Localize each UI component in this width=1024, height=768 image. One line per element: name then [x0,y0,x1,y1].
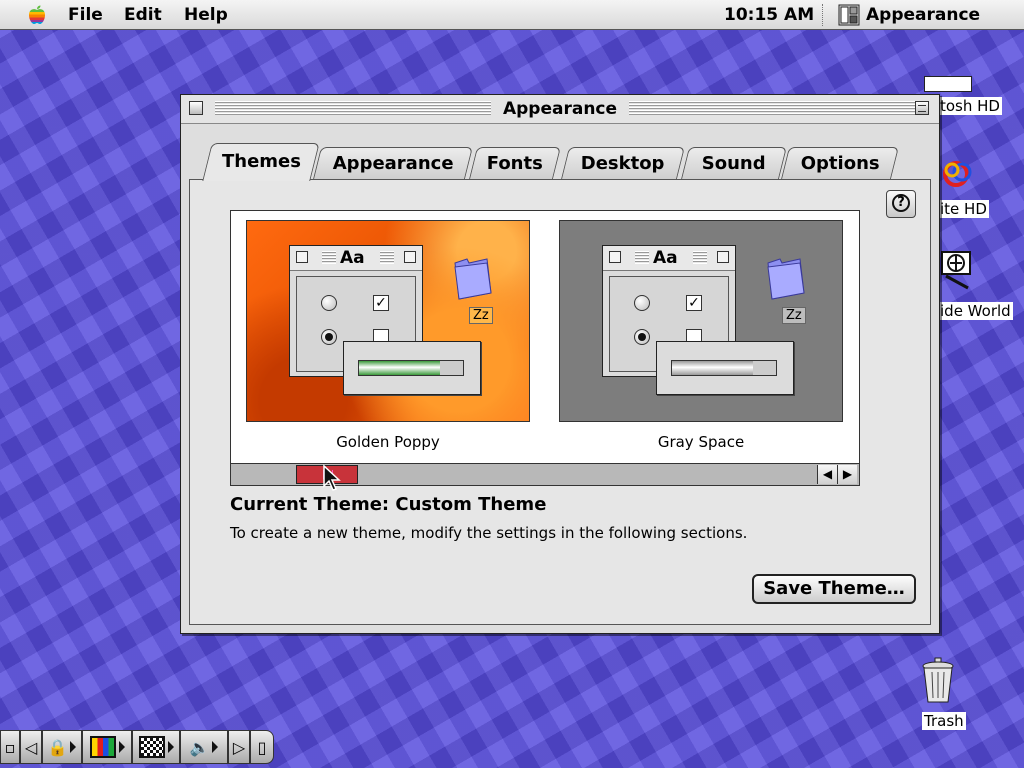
preview-radio-off [634,295,650,311]
desktop-icon-label[interactable]: tosh HD [938,97,1002,115]
menu-clock[interactable]: 10:15 AM [724,5,814,25]
tab-fonts[interactable]: Fonts [469,147,561,179]
control-strip-scroll-right-icon[interactable]: ▷ [228,730,250,764]
theme-thumbnail-gray-space[interactable]: Aa ✓ Zz [559,220,843,422]
folder-label: Zz [469,307,493,324]
desktop-icon-label[interactable]: ide World [938,302,1013,320]
preview-close-box [609,251,621,263]
preview-zoom-box [404,251,416,263]
preview-title-bar: Aa [603,246,735,271]
appearance-app-icon [838,4,860,26]
sound-volume-icon[interactable]: 🔈 [180,730,228,764]
folder-icon [767,258,805,300]
trash-icon[interactable] [920,656,956,706]
themes-panel: Aa ✓ [189,179,931,625]
apple-menu-icon[interactable] [26,4,48,26]
preview-checkbox-on: ✓ [373,295,389,311]
preview-progress-window [343,341,481,395]
preview-radio-on [634,329,650,345]
preview-progress-window [656,341,794,395]
tab-label: Desktop [580,153,665,174]
window-title: Appearance [493,99,627,119]
current-theme-label: Current Theme: Custom Theme [230,494,547,515]
preview-progress-track [358,360,464,376]
preview-stripes [322,251,336,264]
application-menu[interactable]: Appearance [838,3,980,27]
preview-title-text: Aa [340,248,365,268]
tab-label: Fonts [486,153,543,174]
preview-title-bar: Aa [290,246,422,271]
folder-label: Zz [782,307,806,324]
preview-stripes [380,251,394,264]
preview-checkbox-on: ✓ [686,295,702,311]
tab-label: Sound [701,153,766,174]
menu-file[interactable]: File [68,5,103,25]
desktop-icon-label[interactable]: ite HD [938,200,989,218]
preview-progress-track [671,360,777,376]
tab-label: Appearance [332,153,454,174]
monitor-resolution-icon[interactable] [132,730,180,764]
theme-name-gray-space[interactable]: Gray Space [559,433,843,451]
preview-close-box [296,251,308,263]
preview-stripes [635,251,649,264]
desktop-icon-label[interactable]: Trash [922,712,966,730]
appearance-window: Appearance Themes Appearance Fonts Deskt… [180,94,940,634]
hard-disk-icon[interactable] [924,76,972,92]
help-button[interactable] [886,190,916,218]
menu-separator [822,4,825,26]
colorful-disk-icon[interactable] [940,158,976,190]
mouse-pointer-icon [323,464,341,491]
window-title-bar[interactable]: Appearance [181,95,939,124]
tab-label: Themes [221,151,301,172]
tab-desktop[interactable]: Desktop [561,147,685,179]
preview-progress-fill [672,361,754,375]
scroll-right-arrow-icon[interactable]: ▶ [837,465,857,484]
globe-icon[interactable] [940,250,974,290]
menu-edit[interactable]: Edit [124,5,162,25]
preview-radio-off [321,295,337,311]
control-strip-close-tab[interactable]: ▫ [0,730,20,764]
menu-help[interactable]: Help [184,5,228,25]
application-menu-label: Appearance [866,5,981,25]
control-strip-tab-handle[interactable]: ▯ [250,730,274,764]
tab-appearance[interactable]: Appearance [313,147,473,179]
scroll-left-arrow-icon[interactable]: ◀ [817,465,837,484]
preview-stripes [693,251,707,264]
control-strip: ▫ ◁ 🔒 🔈 ▷ ▯ [0,730,274,766]
preview-radio-on [321,329,337,345]
theme-list[interactable]: Aa ✓ Zz Aa ✓ Zz Golden Poppy Gray Space … [230,210,860,486]
menu-bar: File Edit Help 10:15 AM Appearance [0,0,1024,30]
folder-icon [454,258,492,300]
theme-hint-text: To create a new theme, modify the settin… [230,524,748,542]
preview-progress-fill [359,361,441,375]
tab-options[interactable]: Options [781,147,899,179]
preview-zoom-box [717,251,729,263]
tab-themes[interactable]: Themes [202,143,320,181]
theme-thumbnail-golden-poppy[interactable]: Aa ✓ Zz [246,220,530,422]
windowshade-button[interactable] [915,101,929,115]
title-bar-stripes [629,101,915,116]
tab-label: Options [800,153,880,174]
tab-sound[interactable]: Sound [681,147,787,179]
title-bar-stripes [215,101,491,116]
lock-icon[interactable]: 🔒 [42,730,82,764]
close-box-button[interactable] [189,101,203,115]
control-strip-scroll-left-icon[interactable]: ◁ [20,730,42,764]
monitor-color-depth-icon[interactable] [82,730,132,764]
theme-name-golden-poppy[interactable]: Golden Poppy [246,433,530,451]
save-theme-button[interactable]: Save Theme… [752,574,916,604]
preview-title-text: Aa [653,248,678,268]
